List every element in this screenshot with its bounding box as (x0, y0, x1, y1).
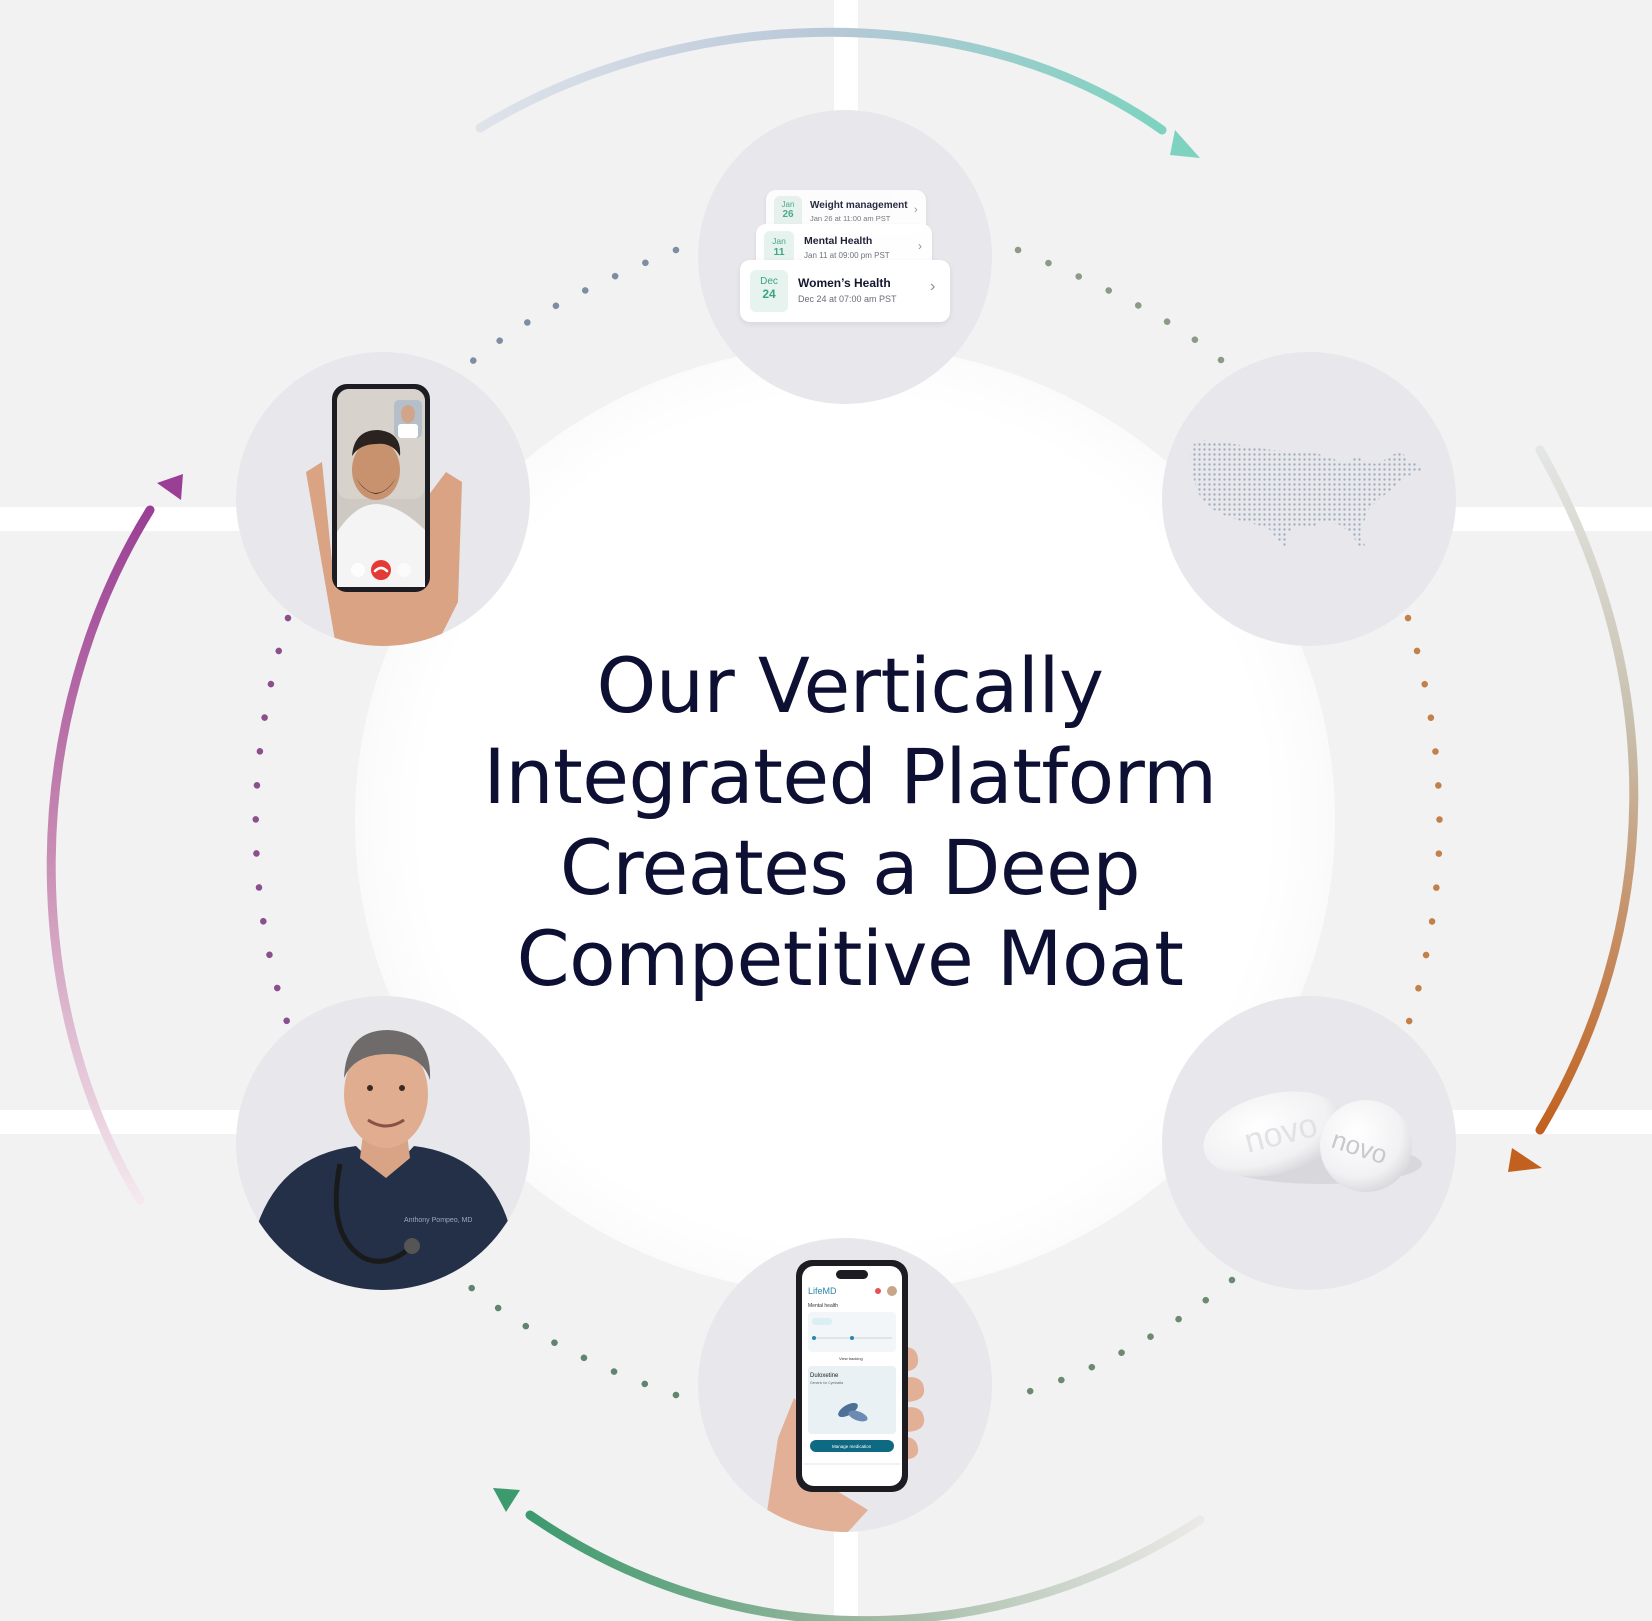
tracker-pill (812, 1318, 832, 1325)
mobile-app-image: LifeMD Mental health View tracking Dulox… (764, 1260, 925, 1532)
appointment-detail: Jan 11 at 09:00 pm PST (804, 251, 890, 260)
coat-name: Anthony Pompeo, MD (404, 1217, 472, 1224)
eye (367, 1085, 373, 1091)
caller-face (352, 440, 400, 500)
headline-line-3: Creates a Deep (559, 823, 1141, 912)
platform-diagram: Our Vertically Integrated Platform Creat… (0, 0, 1652, 1621)
dynamic-island (836, 1270, 868, 1279)
eye (399, 1085, 405, 1091)
app-brand: LifeMD (808, 1286, 837, 1296)
connector-right (1404, 614, 1443, 1029)
end-call-icon[interactable] (371, 560, 391, 580)
connector-left (252, 614, 292, 1029)
connector-bottom-left (458, 1276, 680, 1399)
appointment-title: Mental Health (804, 235, 873, 247)
manage-medication-label: Manage medication (832, 1444, 872, 1449)
avatar (887, 1286, 897, 1296)
camera-toggle (351, 563, 365, 577)
us-map-node (1162, 352, 1456, 646)
appointments-node: Jan 26 Weight management Jan 26 at 11:00… (698, 110, 992, 404)
arc-left (46, 505, 155, 1205)
appointment-card-3[interactable]: Dec 24 Women’s Health Dec 24 at 07:00 am… (740, 260, 950, 322)
headline-line-2: Integrated Platform (483, 732, 1217, 821)
doctor-node: Anthony Pompeo, MD (236, 996, 530, 1290)
arrowhead-icon (1508, 1148, 1542, 1172)
video-call-node (236, 352, 530, 646)
appointment-date: Dec 24 (750, 270, 788, 312)
arrowhead-icon (1170, 130, 1200, 158)
video-call-image (306, 384, 462, 646)
medication-note: Generic for Cymbalta (810, 1381, 843, 1385)
connector-bottom-right (1014, 1276, 1236, 1399)
tracker-point (812, 1336, 816, 1340)
chevron-right-icon: › (918, 239, 922, 253)
app-section: Mental health (808, 1303, 838, 1309)
pill-node: novo novo (1162, 996, 1456, 1290)
chevron-right-icon: › (914, 204, 918, 216)
doctor-pip-coat (398, 424, 418, 438)
us-map (1190, 440, 1422, 548)
notification-icon (875, 1288, 881, 1294)
chevron-right-icon: › (930, 278, 936, 295)
mute-toggle (397, 563, 411, 577)
connector-top-left (458, 246, 680, 374)
doctor-pip-face (401, 405, 415, 423)
us-map-shape (1190, 440, 1422, 548)
track-button[interactable]: View tracking (839, 1356, 863, 1361)
arc-bottom (525, 1510, 1205, 1621)
arrowhead-icon (493, 1488, 520, 1512)
headline-line-4: Competitive Moat (516, 914, 1184, 1003)
connector-top-right (1014, 246, 1236, 374)
medication-name: Duloxetine (810, 1373, 839, 1379)
appointment-title: Weight management (810, 200, 908, 211)
mobile-app-node: LifeMD Mental health View tracking Dulox… (698, 1238, 992, 1532)
headline: Our Vertically Integrated Platform Creat… (380, 640, 1320, 1004)
arc-right (1535, 445, 1639, 1135)
pill-image: novo novo (1203, 1091, 1422, 1192)
doctor-portrait: Anthony Pompeo, MD (254, 1030, 512, 1290)
appointment-detail: Dec 24 at 07:00 am PST (798, 294, 897, 304)
arrowhead-icon (157, 474, 183, 500)
appointment-title: Women’s Health (798, 276, 891, 290)
stethoscope-chest-piece (404, 1238, 420, 1254)
headline-line-1: Our Vertically (596, 641, 1104, 730)
tracker-point (850, 1336, 854, 1340)
appointment-detail: Jan 26 at 11:00 am PST (810, 214, 891, 223)
